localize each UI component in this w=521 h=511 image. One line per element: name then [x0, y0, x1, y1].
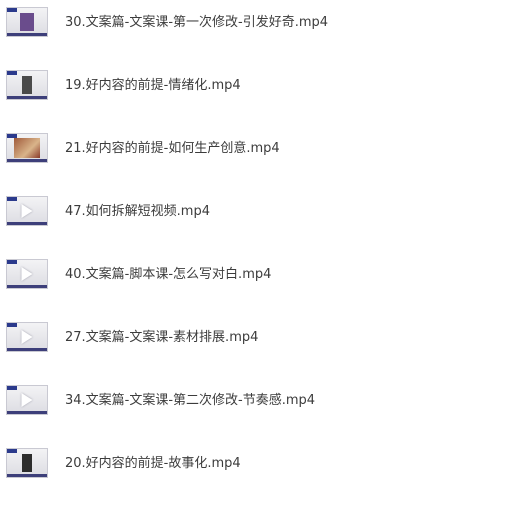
file-item[interactable]: 47.如何拆解短视频.mp4 — [0, 190, 521, 236]
file-item[interactable]: 21.好内容的前提-如何生产创意.mp4 — [0, 127, 521, 173]
file-item[interactable]: 30.文案篇-文案课-第一次修改-引发好奇.mp4 — [0, 1, 521, 47]
video-thumbnail-icon[interactable] — [6, 259, 48, 289]
file-item[interactable]: 20.好内容的前提-故事化.mp4 — [0, 442, 521, 488]
file-name[interactable]: 40.文案篇-脚本课-怎么写对白.mp4 — [65, 267, 271, 283]
video-thumbnail-icon[interactable] — [6, 385, 48, 415]
file-name[interactable]: 19.好内容的前提-情绪化.mp4 — [65, 78, 241, 94]
video-thumbnail-icon[interactable] — [6, 70, 48, 100]
file-list: 30.文案篇-文案课-第一次修改-引发好奇.mp4 19.好内容的前提-情绪化.… — [0, 0, 521, 511]
file-item[interactable]: 19.好内容的前提-情绪化.mp4 — [0, 64, 521, 110]
file-item[interactable]: 34.文案篇-文案课-第二次修改-节奏感.mp4 — [0, 379, 521, 425]
video-thumbnail-icon[interactable] — [6, 448, 48, 478]
file-item[interactable]: 27.文案篇-文案课-素材排展.mp4 — [0, 316, 521, 362]
file-name[interactable]: 21.好内容的前提-如何生产创意.mp4 — [65, 141, 280, 157]
video-thumbnail-icon[interactable] — [6, 7, 48, 37]
file-item[interactable]: 40.文案篇-脚本课-怎么写对白.mp4 — [0, 253, 521, 299]
file-name[interactable]: 30.文案篇-文案课-第一次修改-引发好奇.mp4 — [65, 15, 328, 31]
video-thumbnail-icon[interactable] — [6, 196, 48, 226]
video-thumbnail-icon[interactable] — [6, 133, 48, 163]
file-name[interactable]: 34.文案篇-文案课-第二次修改-节奏感.mp4 — [65, 393, 315, 409]
file-name[interactable]: 27.文案篇-文案课-素材排展.mp4 — [65, 330, 258, 346]
video-thumbnail-icon[interactable] — [6, 322, 48, 352]
file-name[interactable]: 20.好内容的前提-故事化.mp4 — [65, 456, 241, 472]
file-name[interactable]: 47.如何拆解短视频.mp4 — [65, 204, 210, 220]
